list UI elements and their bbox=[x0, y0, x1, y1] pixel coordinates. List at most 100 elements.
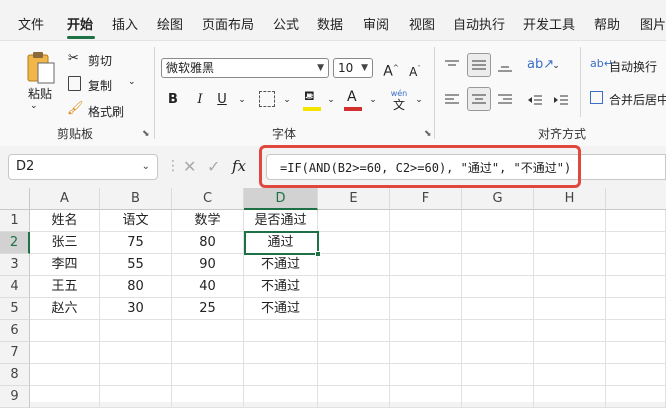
cell-h5[interactable] bbox=[534, 298, 606, 320]
cell-e4[interactable] bbox=[318, 276, 390, 298]
tab-view[interactable]: 视图 bbox=[409, 14, 435, 33]
cell-e2[interactable] bbox=[318, 232, 390, 254]
cell-h2[interactable] bbox=[534, 232, 606, 254]
cell-e1[interactable] bbox=[318, 210, 390, 232]
cell-c8[interactable] bbox=[172, 364, 244, 386]
increase-font-size-button[interactable]: A^ bbox=[380, 57, 402, 80]
merge-center-button[interactable]: 合并后居中 bbox=[609, 91, 666, 108]
cell-d1[interactable]: 是否通过 bbox=[244, 210, 318, 232]
insert-function-button[interactable]: fx bbox=[232, 157, 246, 175]
row-header-6[interactable]: 6 bbox=[0, 320, 30, 342]
cell-d6[interactable] bbox=[244, 320, 318, 342]
tab-page-layout[interactable]: 页面布局 bbox=[202, 14, 254, 33]
wrap-text-button[interactable]: 自动换行 bbox=[609, 58, 657, 75]
cell-d8[interactable] bbox=[244, 364, 318, 386]
cell-b5[interactable]: 30 bbox=[100, 298, 172, 320]
cell-g3[interactable] bbox=[462, 254, 534, 276]
copy-dropdown-icon[interactable]: ⌄ bbox=[128, 77, 136, 87]
row-header-2[interactable]: 2 bbox=[0, 232, 30, 254]
orientation-dropdown-icon[interactable]: ⌄ bbox=[545, 55, 567, 77]
cell-h6[interactable] bbox=[534, 320, 606, 342]
cell-i8[interactable] bbox=[606, 364, 666, 386]
paste-button[interactable] bbox=[22, 51, 58, 87]
name-box[interactable]: D2 ⌄ bbox=[8, 154, 158, 180]
cell-g8[interactable] bbox=[462, 364, 534, 386]
cell-h9[interactable] bbox=[534, 386, 606, 408]
font-size-select[interactable]: 10 ▼ bbox=[333, 58, 373, 78]
align-bottom-icon[interactable] bbox=[497, 59, 513, 73]
cell-f4[interactable] bbox=[390, 276, 462, 298]
cell-a1[interactable]: 姓名 bbox=[30, 210, 100, 232]
align-top-icon[interactable] bbox=[444, 59, 460, 73]
cell-f2[interactable] bbox=[390, 232, 462, 254]
cell-g5[interactable] bbox=[462, 298, 534, 320]
column-header-d[interactable]: D bbox=[244, 188, 318, 210]
cell-g4[interactable] bbox=[462, 276, 534, 298]
cell-g7[interactable] bbox=[462, 342, 534, 364]
row-header-5[interactable]: 5 bbox=[0, 298, 30, 320]
cell-b3[interactable]: 55 bbox=[100, 254, 172, 276]
borders-dropdown-icon[interactable]: ⌄ bbox=[276, 89, 298, 111]
phonetic-dropdown-icon[interactable]: ⌄ bbox=[408, 89, 430, 111]
tab-review[interactable]: 审阅 bbox=[363, 14, 389, 33]
cell-c1[interactable]: 数学 bbox=[172, 210, 244, 232]
row-header-4[interactable]: 4 bbox=[0, 276, 30, 298]
cell-a9[interactable] bbox=[30, 386, 100, 408]
cell-e8[interactable] bbox=[318, 364, 390, 386]
cell-f8[interactable] bbox=[390, 364, 462, 386]
cell-d7[interactable] bbox=[244, 342, 318, 364]
cell-a2[interactable]: 张三 bbox=[30, 232, 100, 254]
cell-b1[interactable]: 语文 bbox=[100, 210, 172, 232]
cell-i1[interactable] bbox=[606, 210, 666, 232]
column-header-i[interactable] bbox=[606, 188, 666, 210]
font-launcher-icon[interactable]: ⬊ bbox=[424, 129, 432, 139]
decrease-indent-icon[interactable] bbox=[527, 93, 543, 107]
fill-color-dropdown-icon[interactable]: ⌄ bbox=[320, 89, 342, 111]
fill-handle[interactable] bbox=[315, 251, 321, 257]
cell-d2[interactable]: 通过 bbox=[244, 232, 318, 254]
tab-insert[interactable]: 插入 bbox=[112, 14, 138, 33]
cell-g2[interactable] bbox=[462, 232, 534, 254]
cell-f6[interactable] bbox=[390, 320, 462, 342]
column-header-f[interactable]: F bbox=[390, 188, 462, 210]
cell-g6[interactable] bbox=[462, 320, 534, 342]
cell-i6[interactable] bbox=[606, 320, 666, 342]
cancel-icon[interactable]: ✕ bbox=[183, 157, 196, 176]
cell-i2[interactable] bbox=[606, 232, 666, 254]
cell-d9[interactable] bbox=[244, 386, 318, 408]
align-middle-button[interactable] bbox=[467, 53, 491, 77]
cell-d5[interactable]: 不通过 bbox=[244, 298, 318, 320]
cell-f5[interactable] bbox=[390, 298, 462, 320]
tab-draw[interactable]: 绘图 bbox=[157, 14, 183, 33]
cell-h7[interactable] bbox=[534, 342, 606, 364]
cell-f3[interactable] bbox=[390, 254, 462, 276]
cell-i3[interactable] bbox=[606, 254, 666, 276]
row-header-9[interactable]: 9 bbox=[0, 386, 30, 408]
tab-formulas[interactable]: 公式 bbox=[273, 14, 299, 33]
cell-g1[interactable] bbox=[462, 210, 534, 232]
tab-picture[interactable]: 图片 bbox=[640, 14, 666, 33]
align-left-icon[interactable] bbox=[444, 93, 460, 107]
cell-d4[interactable]: 不通过 bbox=[244, 276, 318, 298]
cell-a8[interactable] bbox=[30, 364, 100, 386]
cell-e5[interactable] bbox=[318, 298, 390, 320]
cell-b9[interactable] bbox=[100, 386, 172, 408]
cell-f1[interactable] bbox=[390, 210, 462, 232]
tab-file[interactable]: 文件 bbox=[18, 14, 44, 33]
cell-a5[interactable]: 赵六 bbox=[30, 298, 100, 320]
row-header-8[interactable]: 8 bbox=[0, 364, 30, 386]
italic-button[interactable]: I bbox=[189, 89, 211, 111]
cell-c6[interactable] bbox=[172, 320, 244, 342]
underline-dropdown-icon[interactable]: ⌄ bbox=[231, 89, 253, 111]
underline-button[interactable]: U bbox=[211, 89, 233, 111]
cell-c9[interactable] bbox=[172, 386, 244, 408]
font-color-dropdown-icon[interactable]: ⌄ bbox=[362, 89, 384, 111]
cell-h1[interactable] bbox=[534, 210, 606, 232]
font-name-select[interactable]: 微软雅黑 ▼ bbox=[161, 58, 329, 78]
cell-f9[interactable] bbox=[390, 386, 462, 408]
paste-dropdown-icon[interactable]: ⌄ bbox=[30, 101, 38, 111]
cell-b7[interactable] bbox=[100, 342, 172, 364]
cell-i7[interactable] bbox=[606, 342, 666, 364]
column-header-b[interactable]: B bbox=[100, 188, 172, 210]
cell-i4[interactable] bbox=[606, 276, 666, 298]
